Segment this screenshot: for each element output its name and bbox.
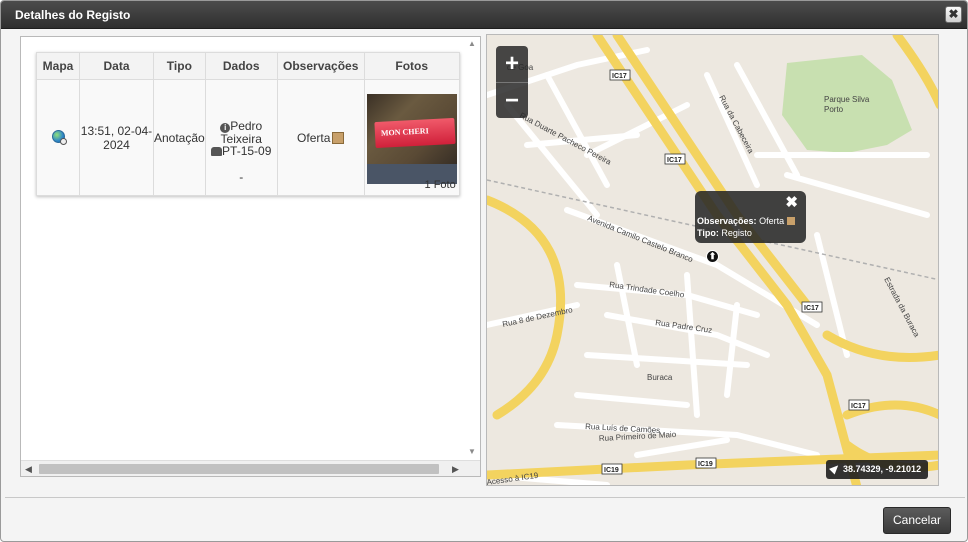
map-label-park-2: Porto [824,105,844,114]
map-label-camilo: Avenida Camilo Castelo Branco [586,214,694,265]
records-panel: Mapa Data Tipo Dados Observações Fotos 1… [20,36,481,477]
badge-ic17-c: IC17 [804,305,819,312]
dados-extra: - [239,169,244,184]
zoom-control: + − [496,46,528,118]
map-label-buraca: Buraca [647,373,673,382]
vertical-scrollbar[interactable]: ▲ ▼ [464,37,480,461]
observacoes-cell: Oferta [276,79,365,196]
photo-brand: MON CHERI [380,125,429,138]
badge-ic17-d: IC17 [851,403,866,410]
popup-tipo-value: Registo [721,228,752,238]
map-label-park: Parque Silva [824,95,870,104]
photos-cell: MON CHERI 1 Foto [363,79,460,196]
badge-ic17-a: IC17 [612,73,627,80]
horizontal-scrollbar[interactable]: ◀ ▶ [21,460,480,476]
map-label-estrada: Estrada da Buraca [882,276,921,339]
zoom-out-button[interactable]: − [496,82,528,118]
globe-search-icon[interactable] [51,129,67,145]
badge-ic19-b: IC19 [698,461,713,468]
records-table: Mapa Data Tipo Dados Observações Fotos 1… [36,52,460,196]
column-header-data: Data [79,52,154,80]
car-icon [211,146,223,156]
note-icon [332,131,345,144]
popup-close-icon[interactable]: ✖ [785,193,798,211]
footer-divider [5,497,965,498]
column-header-mapa: Mapa [36,52,80,80]
column-header-dados: Dados [204,52,278,80]
badge-ic19-a: IC19 [604,467,619,474]
navigation-arrow-icon [828,462,842,475]
badge-ic17-b: IC17 [667,157,682,164]
type-cell: Anotação [153,79,206,196]
photo-thumbnail[interactable]: MON CHERI [366,93,457,184]
photo-box: MON CHERI [374,117,456,148]
column-header-tipo: Tipo [153,52,206,80]
zoom-in-button[interactable]: + [496,46,528,82]
scroll-down-icon[interactable]: ▼ [468,447,476,456]
dialog-titlebar: Detalhes do Registo ✖ [1,1,967,29]
popup-body: Observações: Oferta Tipo: Registo [697,215,795,239]
scroll-right-icon[interactable]: ▶ [452,464,459,475]
popup-obs-label: Observações: [697,216,757,226]
map-label-padre: Rua Padre Cruz [655,318,713,335]
scroll-left-icon[interactable]: ◀ [25,464,32,475]
scroll-up-icon[interactable]: ▲ [468,39,476,48]
cancel-button[interactable]: Cancelar [883,507,951,534]
popup-tipo-label: Tipo: [697,228,719,238]
map-view[interactable]: Parque Silva Porto de Goa Rua Duarte Pac… [486,34,939,486]
coordinates-text: 38.74329, -9.21012 [843,464,922,474]
dados-cell: i Pedro Teixeira PT-15-09 - [204,79,278,196]
horizontal-scroll-thumb[interactable] [39,464,439,474]
dialog-close-button[interactable]: ✖ [945,6,962,23]
park-area [782,55,912,153]
column-header-observacoes: Observações [276,52,365,80]
record-details-dialog: Detalhes do Registo ✖ Mapa Data Tipo Dad… [0,0,968,542]
table-row: 13:51, 02-04-2024 Anotação i Pedro Teixei… [36,79,460,196]
column-header-fotos: Fotos [363,52,460,80]
location-marker-icon[interactable]: ⬆ [706,250,719,263]
map-cell [36,79,80,196]
dados-plate: PT-15-09 [222,143,272,158]
map-popup: ✖ Observações: Oferta Tipo: Registo [695,191,806,243]
table-header-row: Mapa Data Tipo Dados Observações Fotos [36,52,460,80]
date-cell: 13:51, 02-04-2024 [79,79,154,196]
map-label-trindade: Rua Trindade Coelho [609,280,686,300]
photo-count: 1 Foto [424,179,456,191]
observacoes-text: Oferta [297,130,331,145]
coordinates-display: 38.74329, -9.21012 [826,460,928,479]
dialog-title: Detalhes do Registo [15,8,131,22]
popup-obs-value: Oferta [759,216,785,226]
popup-note-icon [786,217,795,225]
